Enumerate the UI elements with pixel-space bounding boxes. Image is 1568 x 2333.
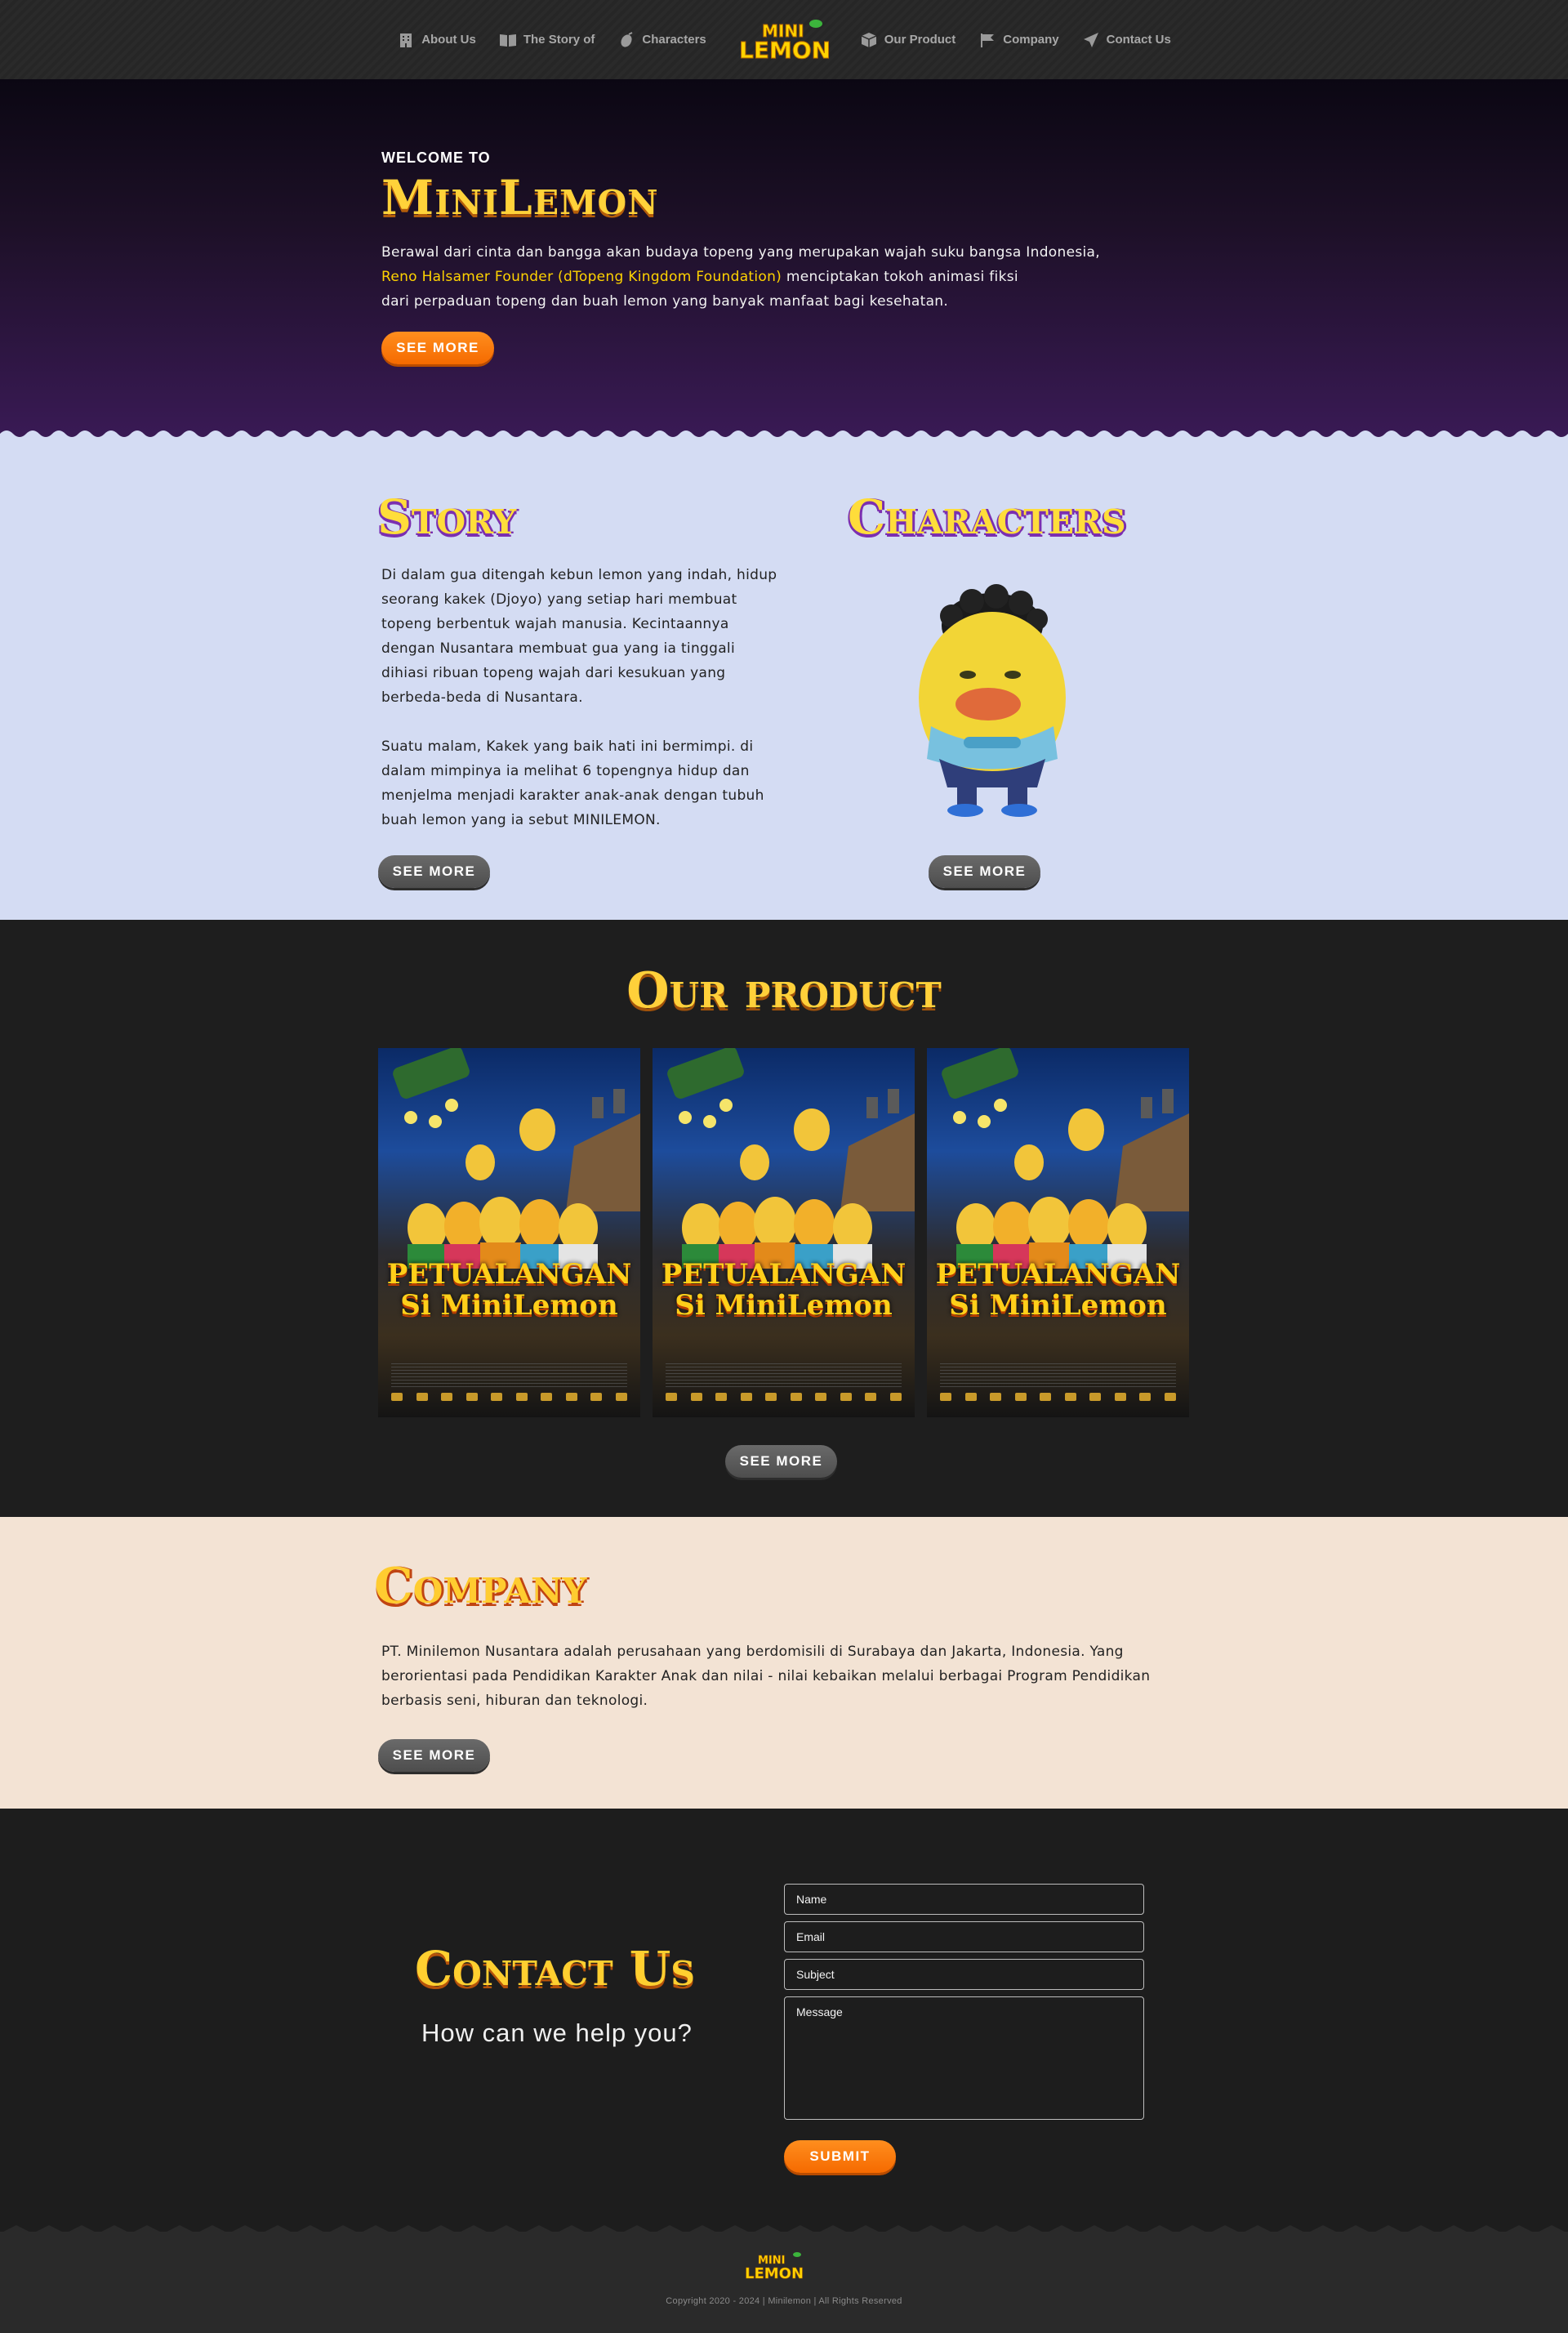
nav-label: About Us: [421, 33, 476, 47]
poster-sponsor-logos: [940, 1393, 1176, 1404]
contact-title: Contact Us: [415, 1941, 695, 1996]
nav-right-group: Our Product Company Contact Us: [849, 31, 1183, 49]
nav-label: Contact Us: [1106, 33, 1171, 47]
book-icon: [499, 31, 517, 49]
characters-block: Characters: [848, 489, 1256, 545]
copyright-text: Copyright 2020 - 2024 | Minilemon | All …: [666, 2296, 902, 2306]
nav-label: Company: [1003, 33, 1059, 47]
email-field[interactable]: Email: [784, 1921, 1144, 1952]
product-posters: PETUALANGAN Si MiniLemon PETUALANGAN Si …: [378, 1048, 1189, 1417]
flag-icon: [978, 31, 996, 49]
product-title: Our product: [626, 962, 942, 1019]
poster-credits: [666, 1363, 902, 1387]
poster-title: PETUALANGAN Si MiniLemon: [927, 1259, 1189, 1321]
nav-left-group: About Us The Story of Characters: [385, 31, 718, 49]
poster-title-line1: PETUALANGAN: [935, 1258, 1181, 1291]
contact-section: Contact Us How can we help you? Name Ema…: [0, 1809, 1568, 2232]
story-paragraph-2: Suatu malam, Kakek yang baik hati ini be…: [381, 738, 764, 828]
poster-title-line2: Si MiniLemon: [949, 1289, 1167, 1322]
company-section: Company PT. Minilemon Nusantara adalah p…: [0, 1517, 1568, 1809]
hero-description: Berawal dari cinta dan bangga akan buday…: [381, 240, 1116, 314]
nav-label: Our Product: [884, 33, 956, 47]
story-text: Di dalam gua ditengah kebun lemon yang i…: [377, 563, 786, 832]
story-see-more-button[interactable]: SEE MORE: [378, 855, 490, 888]
footer-minilemon-logo[interactable]: MINI LEMON: [742, 2250, 807, 2282]
poster-characters: [956, 1197, 1147, 1269]
hero-see-more-button[interactable]: SEE MORE: [381, 332, 494, 364]
hero-text-line1: Berawal dari cinta dan bangga akan buday…: [381, 244, 1100, 261]
company-see-more-button[interactable]: SEE MORE: [378, 1739, 490, 1772]
footer: MINI LEMON Copyright 2020 - 2024 | Minil…: [0, 2225, 1568, 2333]
hero-content: WELCOME TO MiniLemon Berawal dari cinta …: [381, 149, 1116, 364]
nav-about-us[interactable]: About Us: [385, 31, 488, 49]
top-navigation: About Us The Story of Characters MINI LE…: [0, 0, 1568, 79]
nav-label: The Story of: [523, 33, 595, 47]
product-see-more-button[interactable]: SEE MORE: [725, 1445, 837, 1478]
product-poster[interactable]: PETUALANGAN Si MiniLemon: [653, 1048, 915, 1417]
nav-characters[interactable]: Characters: [606, 31, 717, 49]
nav-our-product[interactable]: Our Product: [849, 31, 968, 49]
poster-title-line1: PETUALANGAN: [661, 1258, 906, 1291]
nav-contact-us[interactable]: Contact Us: [1071, 31, 1183, 49]
product-poster[interactable]: PETUALANGAN Si MiniLemon: [927, 1048, 1189, 1417]
our-product-section: Our product PETUALANGAN Si MiniLemon PET…: [0, 920, 1568, 1517]
lemon-character-image: [919, 584, 1066, 817]
hero-text-line3: dari perpaduan topeng dan buah lemon yan…: [381, 293, 949, 310]
poster-sponsor-logos: [391, 1393, 627, 1404]
nav-label: Characters: [642, 33, 706, 47]
zigzag-divider: [0, 2225, 1568, 2242]
minilemon-logo[interactable]: MINI LEMON: [734, 16, 832, 65]
poster-title-line2: Si MiniLemon: [400, 1289, 618, 1322]
poster-sponsor-logos: [666, 1393, 902, 1404]
company-description: PT. Minilemon Nusantara adalah perusahaa…: [381, 1644, 1151, 1709]
poster-title: PETUALANGAN Si MiniLemon: [653, 1259, 915, 1321]
box-icon: [860, 31, 878, 49]
story-block: Story Di dalam gua ditengah kebun lemon …: [377, 489, 786, 832]
wave-divider: [0, 430, 1568, 444]
story-paragraph-1: Di dalam gua ditengah kebun lemon yang i…: [381, 567, 777, 706]
message-field[interactable]: Message: [784, 1996, 1144, 2120]
hero-welcome: WELCOME TO: [381, 149, 491, 166]
poster-title-line1: PETUALANGAN: [386, 1258, 632, 1291]
poster-credits: [391, 1363, 627, 1387]
characters-title: Characters: [848, 489, 1126, 545]
submit-button[interactable]: SUBMIT: [784, 2140, 896, 2173]
story-title: Story: [377, 489, 517, 545]
name-field[interactable]: Name: [784, 1884, 1144, 1915]
contact-form: Name Email Subject Message SUBMIT: [784, 1884, 1144, 2173]
hero-section: WELCOME TO MiniLemon Berawal dari cinta …: [0, 79, 1568, 444]
story-characters-section: Story Di dalam gua ditengah kebun lemon …: [0, 443, 1568, 920]
svg-text:LEMON: LEMON: [739, 37, 831, 64]
hero-founder-highlight: Reno Halsamer Founder (dTopeng Kingdom F…: [381, 269, 782, 285]
hero-text-line2: menciptakan tokoh animasi fiksi: [782, 269, 1018, 285]
nav-company[interactable]: Company: [967, 31, 1070, 49]
poster-title-line2: Si MiniLemon: [675, 1289, 893, 1322]
paper-plane-icon: [1082, 31, 1100, 49]
poster-credits: [940, 1363, 1176, 1387]
product-poster[interactable]: PETUALANGAN Si MiniLemon: [378, 1048, 640, 1417]
characters-see-more-button[interactable]: SEE MORE: [929, 855, 1040, 888]
poster-characters: [682, 1197, 872, 1269]
poster-title: PETUALANGAN Si MiniLemon: [378, 1259, 640, 1321]
svg-text:LEMON: LEMON: [745, 2265, 804, 2282]
lemon-icon: [617, 31, 635, 49]
company-title: Company: [374, 1558, 587, 1615]
nav-story[interactable]: The Story of: [488, 31, 607, 49]
subject-field[interactable]: Subject: [784, 1959, 1144, 1990]
poster-characters: [408, 1197, 598, 1269]
hero-title: MiniLemon: [381, 170, 659, 225]
contact-subtitle: How can we help you?: [421, 2019, 693, 2047]
building-icon: [397, 31, 415, 49]
